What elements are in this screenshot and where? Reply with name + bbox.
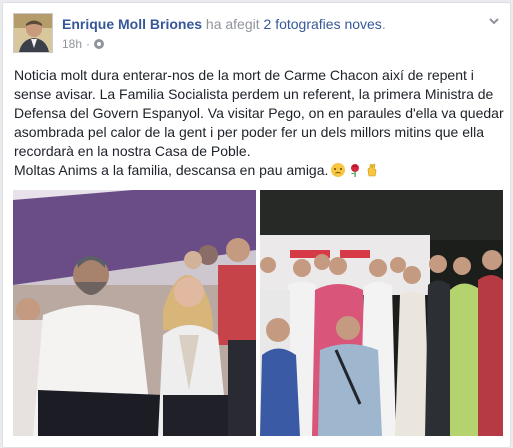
photos-link[interactable]: 2 fotografies noves [264, 16, 382, 32]
post-header: Enrique Moll Briones ha afegit 2 fotogra… [62, 16, 386, 32]
author-avatar[interactable] [13, 13, 53, 53]
action-suffix: . [381, 16, 386, 32]
post-paragraph-2: Moltas Anims a la familia, descansa en p… [14, 161, 504, 180]
action-prefix: ha afegit [205, 16, 260, 32]
post-paragraph-2-text: Moltas Anims a la familia, descansa en p… [14, 162, 329, 178]
photo-2[interactable] [260, 190, 503, 436]
crossed-fingers-icon [368, 163, 377, 177]
post-paragraph-1: Noticia molt dura enterar-nos de la mort… [14, 67, 504, 159]
rose-icon [351, 164, 360, 177]
photo-grid [13, 190, 503, 436]
disappointed-face-icon [331, 163, 346, 177]
author-name-link[interactable]: Enrique Moll Briones [62, 16, 202, 32]
globe-icon[interactable] [94, 39, 105, 49]
post-timestamp[interactable]: 18h [62, 37, 82, 51]
post-meta: 18h · [62, 37, 105, 51]
facebook-post-card: Enrique Moll Briones ha afegit 2 fotogra… [2, 2, 511, 448]
photo-1[interactable] [13, 190, 256, 436]
post-body: Noticia molt dura enterar-nos de la mort… [14, 66, 504, 180]
chevron-down-icon[interactable] [488, 15, 500, 27]
